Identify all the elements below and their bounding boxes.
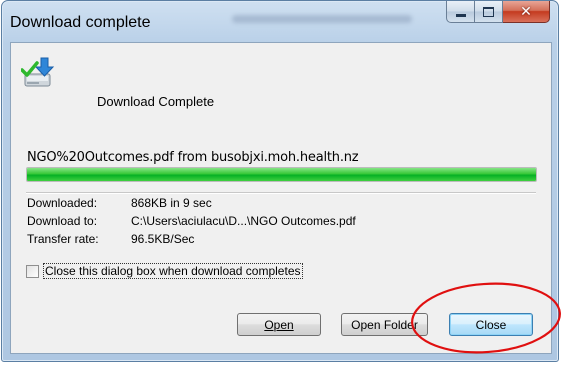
open-button-label: Open — [264, 317, 294, 332]
dialog-body: Download Complete NGO%20Outcomes.pdf fro… — [10, 42, 552, 354]
close-window-button[interactable]: ✕ — [503, 1, 550, 23]
checkbox-label[interactable]: Close this dialog box when download comp… — [43, 263, 303, 279]
download-complete-icon — [21, 57, 55, 87]
transfer-rate-value: 96.5KB/Sec — [131, 232, 195, 246]
checkbox-box[interactable] — [26, 264, 39, 278]
divider — [26, 192, 536, 194]
download-complete-heading: Download Complete — [97, 94, 215, 109]
download-to-value: C:\Users\aciulacu\D...\NGO Outcomes.pdf — [131, 214, 356, 228]
progress-bar — [26, 167, 537, 182]
download-to-label: Download to: — [27, 214, 98, 228]
download-dialog-window: Download complete ✕ Download Complete NG… — [1, 0, 559, 362]
blurred-background-text — [232, 15, 412, 23]
progress-bar-fill — [27, 168, 536, 181]
minimize-icon — [455, 14, 466, 17]
transfer-rate-label: Transfer rate: — [27, 232, 99, 246]
open-folder-button-label: Open Folder — [351, 317, 418, 332]
close-when-complete-checkbox[interactable]: Close this dialog box when download comp… — [26, 263, 303, 279]
open-folder-button[interactable]: Open Folder — [341, 313, 428, 336]
title-bar[interactable]: Download complete ✕ — [2, 1, 558, 41]
close-button-label: Close — [475, 317, 507, 332]
downloaded-label: Downloaded: — [27, 196, 98, 210]
file-source-text: NGO%20Outcomes.pdf from busobjxi.moh.hea… — [27, 150, 359, 165]
window-controls: ✕ — [446, 1, 550, 23]
maximize-icon — [483, 6, 494, 17]
window-title: Download complete — [10, 14, 151, 31]
maximize-button[interactable] — [475, 1, 503, 23]
minimize-button[interactable] — [446, 1, 475, 23]
downloaded-value: 868KB in 9 sec — [131, 196, 212, 210]
open-button[interactable]: Open — [237, 313, 321, 336]
close-button[interactable]: Close — [449, 313, 533, 336]
close-icon: ✕ — [520, 3, 532, 20]
